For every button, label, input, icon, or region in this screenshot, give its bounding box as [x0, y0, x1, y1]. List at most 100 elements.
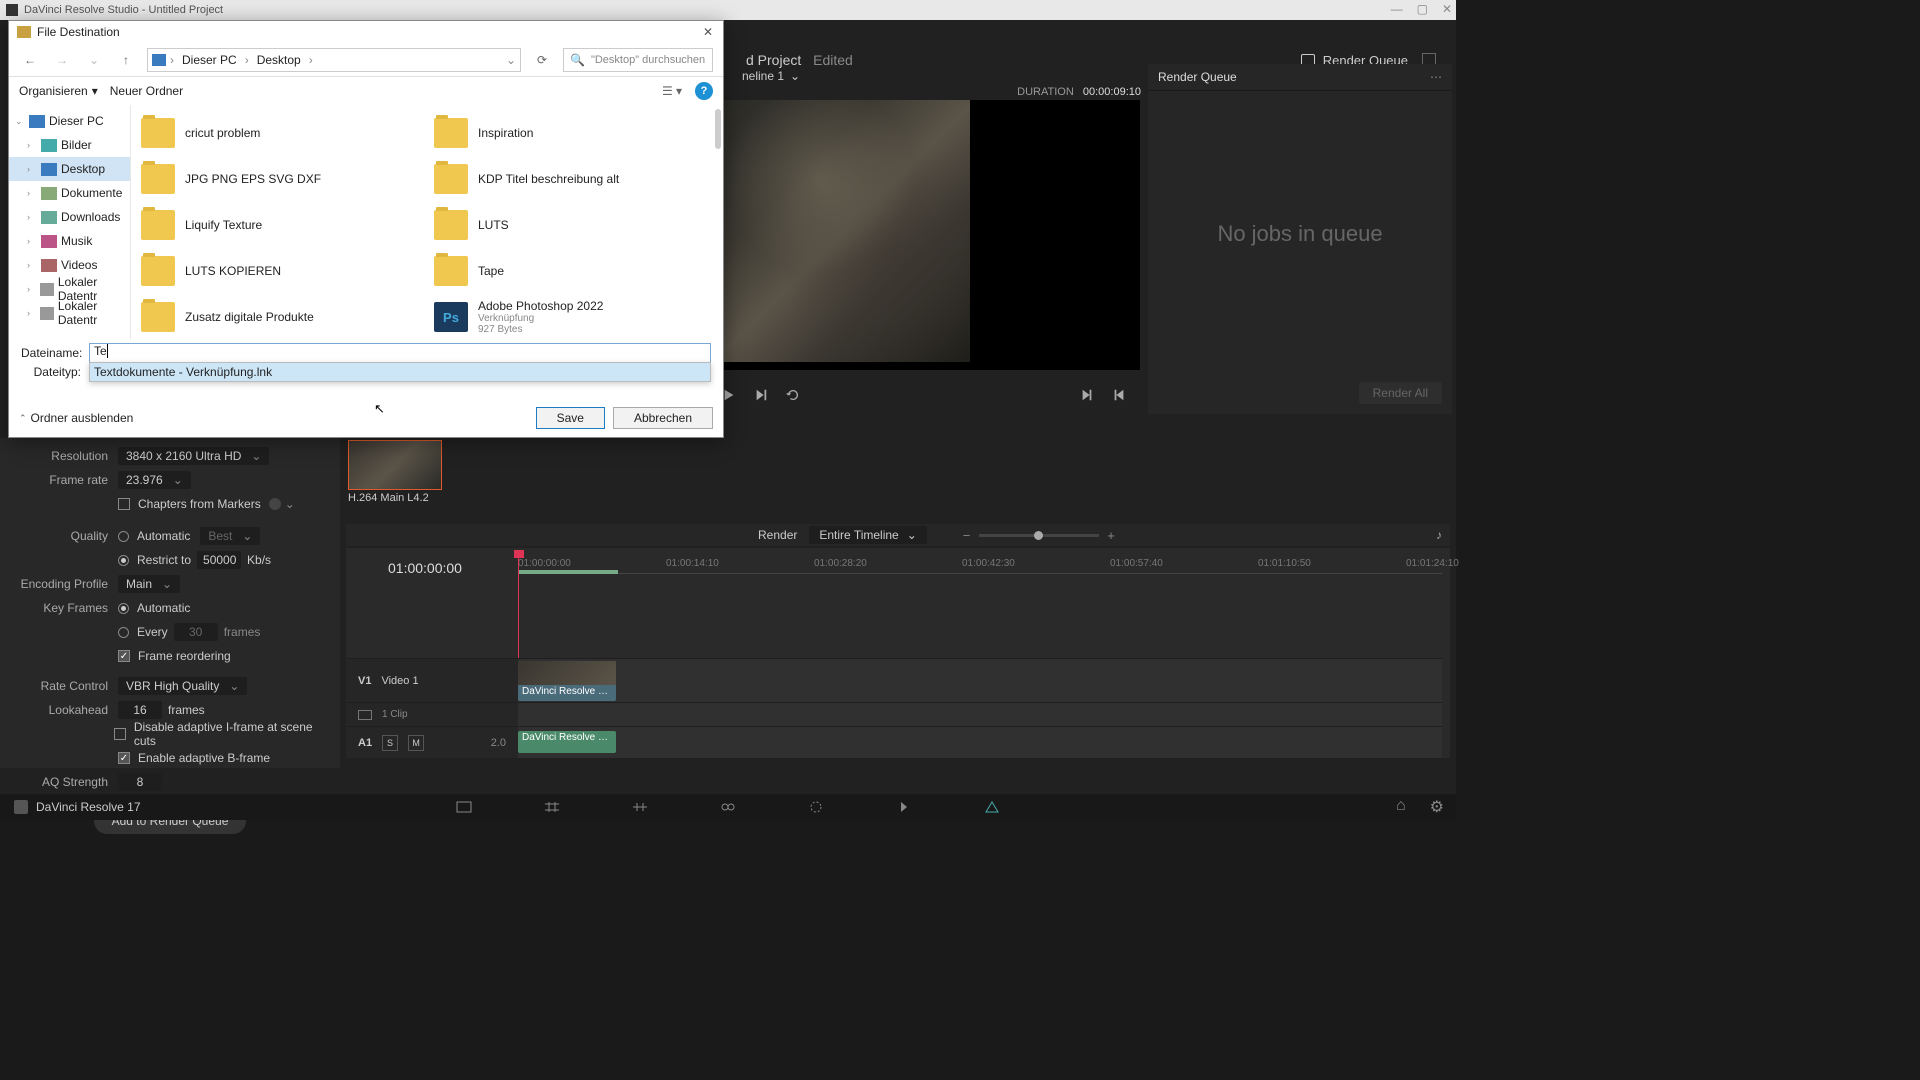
tree-item-disk-2[interactable]: ›Lokaler Datentr	[9, 301, 130, 325]
video-clip[interactable]: DaVinci Resolve Clips...	[518, 661, 616, 701]
fusion-page-tab[interactable]	[719, 798, 737, 816]
go-end-button[interactable]	[1080, 388, 1094, 402]
file-item-folder[interactable]: LUTS KOPIEREN	[139, 249, 422, 293]
file-item-folder[interactable]: Liquify Texture	[139, 203, 422, 247]
scrollbar[interactable]	[715, 109, 721, 149]
deliver-page-tab[interactable]	[983, 798, 1001, 816]
zoom-out-icon[interactable]: −	[963, 528, 971, 543]
timeline-timecode[interactable]: 01:00:00:00	[388, 560, 462, 576]
mute-button[interactable]: M	[408, 735, 424, 751]
keyframes-auto-radio[interactable]	[118, 603, 129, 614]
frame-reorder-checkbox[interactable]: ✓	[118, 650, 130, 662]
file-item-folder[interactable]: LUTS	[432, 203, 715, 247]
file-item-folder[interactable]: Zusatz digitale Produkte	[139, 295, 422, 339]
dialog-close-button[interactable]: ✕	[697, 23, 719, 41]
file-item-folder[interactable]: JPG PNG EPS SVG DXF	[139, 157, 422, 201]
preset-thumbnail[interactable]: H.264 Main L4.2	[348, 440, 442, 504]
chapters-checkbox[interactable]	[118, 498, 130, 510]
track-number[interactable]: A1	[358, 737, 372, 749]
filename-autocomplete-item[interactable]: Textdokumente - Verknüpfung.lnk	[89, 362, 711, 382]
back-button[interactable]: ←	[19, 49, 41, 71]
tree-item-videos[interactable]: ›Videos	[9, 253, 130, 277]
marker-color-icon[interactable]	[269, 498, 281, 510]
tree-item-music[interactable]: ›Musik	[9, 229, 130, 253]
refresh-button[interactable]: ⟳	[531, 49, 553, 71]
file-item-folder[interactable]: cricut problem	[139, 111, 422, 155]
audio-clip[interactable]: DaVinci Resolve Clips...	[518, 731, 616, 753]
forward-button[interactable]: →	[51, 49, 73, 71]
bitrate-input[interactable]: 50000	[197, 551, 241, 569]
render-all-button[interactable]: Render All	[1359, 382, 1442, 404]
cancel-button[interactable]: Abbrechen	[613, 407, 713, 429]
app-icon	[14, 800, 28, 814]
timeline-ruler[interactable]: 01:00:00:00 01:00:14:10 01:00:28:20 01:0…	[518, 556, 1442, 574]
zoom-in-icon[interactable]: +	[1107, 528, 1115, 543]
hide-folders-toggle[interactable]: ⌃Ordner ausblenden	[19, 411, 133, 425]
timeline-selector[interactable]: neline 1 ⌄	[742, 69, 800, 83]
zoom-slider[interactable]: − +	[979, 534, 1099, 537]
keyframes-every-radio[interactable]	[118, 627, 129, 638]
address-dropdown[interactable]: ⌄	[506, 53, 516, 67]
video-track-row: V1 Video 1 DaVinci Resolve Clips...	[346, 658, 1442, 702]
quality-auto-radio[interactable]	[118, 531, 129, 542]
lookahead-input[interactable]: 16	[118, 701, 162, 719]
cut-page-tab[interactable]	[543, 798, 561, 816]
options-icon[interactable]: ⋯	[1430, 70, 1442, 84]
disable-iframe-checkbox[interactable]	[114, 728, 126, 740]
search-box[interactable]: 🔍 "Desktop" durchsuchen	[563, 48, 713, 72]
chevron-down-icon[interactable]: ⌄	[285, 497, 295, 511]
dialog-footer: ⌃Ordner ausblenden Save Abbrechen	[19, 407, 713, 429]
file-item-folder[interactable]: Inspiration	[432, 111, 715, 155]
zoom-handle[interactable]	[1034, 531, 1043, 540]
save-button[interactable]: Save	[536, 407, 605, 429]
enable-bframe-checkbox[interactable]: ✓	[118, 752, 130, 764]
home-icon[interactable]: ⌂	[1396, 797, 1406, 817]
tree-item-desktop[interactable]: ›Desktop	[9, 157, 130, 181]
resolution-select[interactable]: 3840 x 2160 Ultra HD⌄	[118, 447, 269, 465]
close-button[interactable]: ✕	[1442, 2, 1452, 16]
track-number[interactable]: V1	[358, 675, 371, 687]
tree-item-documents[interactable]: ›Dokumente	[9, 181, 130, 205]
color-page-tab[interactable]	[807, 798, 825, 816]
file-item-folder[interactable]: Tape	[432, 249, 715, 293]
quality-restrict-radio[interactable]	[118, 555, 129, 566]
in-out-range[interactable]	[518, 570, 618, 574]
help-icon[interactable]: ?	[695, 82, 713, 100]
settings-icon[interactable]: ⚙	[1430, 797, 1444, 817]
encoding-profile-select[interactable]: Main⌄	[118, 575, 180, 593]
tree-item-downloads[interactable]: ›Downloads	[9, 205, 130, 229]
filename-input[interactable]: Te	[89, 343, 711, 363]
folder-icon	[17, 26, 31, 38]
up-button[interactable]: ↑	[115, 49, 137, 71]
solo-button[interactable]: S	[382, 735, 398, 751]
media-page-tab[interactable]	[455, 798, 473, 816]
tree-item-this-pc[interactable]: ⌄Dieser PC	[9, 109, 130, 133]
maximize-button[interactable]: ▢	[1417, 2, 1428, 16]
address-bar[interactable]: › Dieser PC › Desktop › ⌄	[147, 48, 521, 72]
new-folder-button[interactable]: Neuer Ordner	[110, 84, 183, 98]
fairlight-page-tab[interactable]	[895, 798, 913, 816]
recent-dropdown[interactable]: ⌄	[83, 49, 105, 71]
track-toggle-icon[interactable]	[358, 710, 372, 720]
rate-control-select[interactable]: VBR High Quality⌄	[118, 677, 247, 695]
framerate-select[interactable]: 23.976⌄	[118, 471, 191, 489]
file-item-folder[interactable]: KDP Titel beschreibung alt	[432, 157, 715, 201]
loop-button[interactable]	[786, 388, 800, 402]
tree-item-pictures[interactable]: ›Bilder	[9, 133, 130, 157]
tree-item-disk-1[interactable]: ›Lokaler Datentr	[9, 277, 130, 301]
render-scope-select[interactable]: Entire Timeline⌄	[809, 526, 926, 544]
play-button[interactable]	[722, 388, 736, 402]
file-item-shortcut[interactable]: PsAdobe Photoshop 2022Verknüpfung927 Byt…	[432, 295, 715, 339]
go-start-button[interactable]	[1112, 388, 1126, 402]
edit-page-tab[interactable]	[631, 798, 649, 816]
keyframes-value-input[interactable]: 30	[174, 623, 218, 641]
view-mode-button[interactable]: ☰ ▾	[661, 81, 683, 101]
breadcrumb-pc[interactable]: Dieser PC	[178, 51, 241, 69]
music-icon[interactable]: ♪	[1436, 528, 1442, 542]
breadcrumb-desktop[interactable]: Desktop	[253, 51, 305, 69]
next-clip-button[interactable]	[754, 388, 768, 402]
organize-button[interactable]: Organisieren▾	[19, 84, 98, 98]
minimize-button[interactable]: —	[1391, 2, 1403, 16]
aq-strength-input[interactable]: 8	[118, 773, 162, 791]
quality-preset-select[interactable]: Best⌄	[200, 527, 260, 545]
